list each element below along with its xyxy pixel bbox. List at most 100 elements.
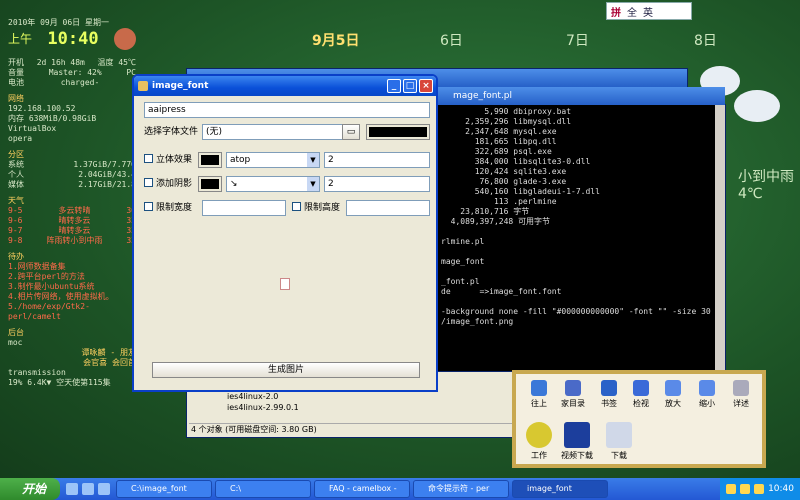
forecast-text: 晴转多云 [58, 226, 91, 235]
shadow-color-button[interactable] [198, 176, 222, 192]
bookmark-icon [601, 380, 617, 396]
work-launcher[interactable]: 工作 [522, 422, 556, 461]
shadow-select[interactable]: ↘ ▼ [226, 176, 320, 192]
image-font-titlebar[interactable]: image_font _ □ × [134, 76, 436, 96]
shadow-size[interactable]: 2 [324, 176, 430, 192]
calendar-day: 8日 [694, 33, 717, 49]
console-titlebar[interactable]: mage_font.pl [437, 87, 725, 105]
todo-item: 1.网师数据备集 [8, 262, 66, 271]
task-button[interactable]: FAQ - camelbox - [314, 480, 410, 498]
zoom-in-button[interactable]: 放大 [656, 380, 690, 409]
effect3d-select[interactable]: atop ▼ [226, 152, 320, 168]
app-icon [138, 81, 148, 91]
console-scrollbar[interactable] [715, 105, 725, 371]
quick-launch-icon[interactable] [82, 483, 94, 495]
task-button[interactable]: 命令提示符 - per [413, 480, 509, 498]
todo-item: 2.跨平台perl的方法 [8, 272, 85, 281]
home-icon [565, 380, 581, 396]
quick-launch-icon[interactable] [66, 483, 78, 495]
console-window[interactable]: mage_font.pl 5,990 dbiproxy.bat 2,359,29… [436, 87, 726, 372]
tree-item[interactable]: ies4linux-2.99.0.1 [227, 402, 299, 413]
conky-song: 谭咏麟 - 朋友 [81, 348, 136, 357]
task-button[interactable]: C:\ [215, 480, 311, 498]
folder-icon[interactable]: ▭ [342, 124, 360, 140]
conky-weather-title: 天气 [8, 196, 24, 205]
image-font-window[interactable]: image_font _ □ × aaipress 选择字体文件 (无) ▭ 立… [132, 74, 438, 392]
conky-bottom-title: 后台 [8, 328, 24, 337]
minimize-button[interactable]: _ [387, 79, 401, 93]
forecast-date: 9-8 [8, 236, 23, 245]
conky-value: 1.37GiB/7.77G [73, 160, 136, 169]
checkbox-icon[interactable] [144, 154, 153, 163]
text-input[interactable]: aaipress [144, 102, 430, 118]
width-input[interactable] [202, 200, 286, 216]
shadow-checkbox[interactable]: 添加阴影 [144, 176, 192, 192]
folder-tree: ies4linux-2.0 ies4linux-2.99.0.1 [227, 391, 299, 413]
checkbox-icon[interactable] [144, 202, 153, 211]
tray-icon[interactable] [740, 484, 751, 494]
conky-label: 音量 [8, 68, 24, 77]
zoom-out-button[interactable]: 缩小 [690, 380, 724, 409]
effect3d-size[interactable]: 2 [324, 152, 430, 168]
quick-launch [66, 483, 110, 495]
home-button[interactable]: 家目录 [556, 380, 590, 409]
input-method-icon: 拼 [611, 7, 621, 19]
tree-item[interactable]: ies4linux-2.0 [227, 391, 299, 402]
effect3d-checkbox[interactable]: 立体效果 [144, 152, 192, 168]
calendar-day-today: 9月5日 [312, 33, 360, 49]
conky-label: 系统 [8, 160, 24, 169]
checkbox-icon[interactable] [292, 202, 301, 211]
disc-icon [526, 422, 552, 448]
video-download-launcher[interactable]: 视频下载 [560, 422, 594, 461]
conky-bottom-app: moc [8, 338, 23, 347]
generate-button[interactable]: 生成图片 [152, 362, 420, 378]
tray-icon[interactable] [754, 484, 765, 494]
maximize-button[interactable]: □ [403, 79, 417, 93]
checkbox-icon[interactable] [144, 178, 153, 187]
toolbar-label: 往上 [531, 399, 547, 408]
conky-todo-title: 待办 [8, 252, 24, 261]
forecast-text: 多云转晴 [58, 206, 91, 215]
details-button[interactable]: 详述 [724, 380, 758, 409]
close-button[interactable]: × [419, 79, 433, 93]
conky-transmission: transmission [8, 368, 66, 377]
conky-ip: 192.168.100.52 [8, 104, 76, 113]
forecast-date: 9-7 [8, 226, 23, 235]
chevron-down-icon[interactable]: ▼ [307, 153, 319, 167]
conky-app: opera [8, 134, 33, 143]
todo-item: 5./home/exp/Gtk2-perl/camelt [8, 302, 90, 321]
ime-mode-full[interactable]: 全 [627, 4, 637, 19]
font-file-field[interactable]: (无) [202, 124, 360, 140]
conky-ampm: 上午 [8, 32, 33, 46]
conky-value: Master: 42% [48, 68, 102, 77]
up-button[interactable]: 往上 [522, 380, 556, 409]
input-method-bar[interactable]: 拼 全 英 [606, 2, 692, 20]
chevron-down-icon[interactable]: ▼ [307, 177, 319, 191]
ime-mode-english[interactable]: 英 [643, 4, 653, 19]
view-button[interactable]: 检视 [624, 380, 658, 409]
download-icon [606, 422, 632, 448]
tray-clock[interactable]: 10:40 [768, 484, 794, 494]
task-button[interactable]: C:\image_font [116, 480, 212, 498]
conky-net-title: 网络 [8, 94, 24, 103]
height-checkbox[interactable]: 限制高度 [292, 200, 340, 216]
start-button[interactable]: 开始 [0, 478, 60, 500]
conky-value: 2.17GiB/21.8 [78, 180, 136, 189]
bookmarks-button[interactable]: 书签 [592, 380, 626, 409]
conky-disk-title: 分区 [8, 150, 24, 159]
task-button-active[interactable]: image_font [512, 480, 608, 498]
toolbar-label: 家目录 [561, 399, 585, 408]
explorer-statusbar: 4 个对象 (可用磁盘空间: 3.80 GB) [189, 423, 519, 435]
weather-text: 小到中雨 [738, 169, 794, 185]
cloud-icon [734, 90, 780, 122]
download-launcher[interactable]: 下载 [602, 422, 636, 461]
tray-icon[interactable] [726, 484, 737, 494]
zoom-out-icon [699, 380, 715, 396]
width-checkbox[interactable]: 限制宽度 [144, 200, 192, 216]
toolbar-panel: 往上 家目录 书签 检视 放大 缩小 详述 工作 视频下载 下载 [512, 370, 766, 468]
font-color-button[interactable] [366, 124, 430, 140]
effect3d-color-button[interactable] [198, 152, 222, 168]
quick-launch-icon[interactable] [98, 483, 110, 495]
up-arrow-icon [531, 380, 547, 396]
height-input[interactable] [346, 200, 430, 216]
